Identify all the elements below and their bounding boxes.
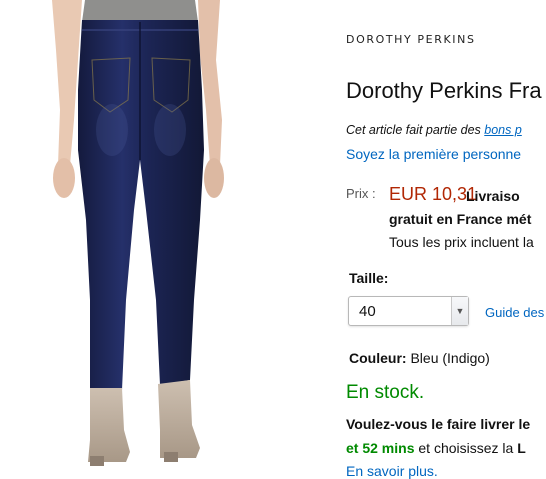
shipping-line-2: gratuit en France mét: [389, 211, 532, 227]
brand-logo[interactable]: DOROTHY PERKINS: [346, 33, 476, 46]
delivery-details: et 52 mins et choisissez la L: [346, 440, 526, 456]
stock-status: En stock.: [346, 382, 425, 403]
size-label: Taille:: [349, 270, 389, 286]
learn-more-link[interactable]: En savoir plus.: [346, 463, 438, 479]
size-select[interactable]: 40 ▼: [348, 296, 469, 326]
collection-note-prefix: Cet article fait partie des: [346, 123, 485, 137]
color-info: Couleur: Bleu (Indigo): [349, 350, 490, 366]
delivery-mid-text: et choisissez la: [414, 440, 518, 456]
chevron-down-icon[interactable]: ▼: [451, 297, 468, 325]
collection-link[interactable]: bons p: [484, 123, 522, 137]
delivery-question: Voulez-vous le faire livrer le: [346, 416, 531, 432]
collection-note: Cet article fait partie des bons p: [346, 123, 522, 137]
color-value: Bleu (Indigo): [410, 350, 490, 366]
size-guide-link[interactable]: Guide des: [485, 305, 544, 320]
size-selected-value: 40: [359, 303, 376, 320]
price-value: EUR 10,31: [389, 184, 478, 204]
tax-note: Tous les prix incluent la: [389, 234, 534, 250]
shipping-line-1: Livraiso: [466, 188, 520, 204]
product-image[interactable]: [30, 0, 250, 478]
delivery-countdown: et 52 mins: [346, 440, 415, 456]
color-label: Couleur:: [349, 350, 407, 366]
first-review-link[interactable]: Soyez la première personne: [346, 146, 521, 162]
price-label: Prix :: [346, 186, 376, 201]
product-title: Dorothy Perkins Fra: [346, 78, 542, 103]
delivery-option: L: [517, 440, 526, 456]
